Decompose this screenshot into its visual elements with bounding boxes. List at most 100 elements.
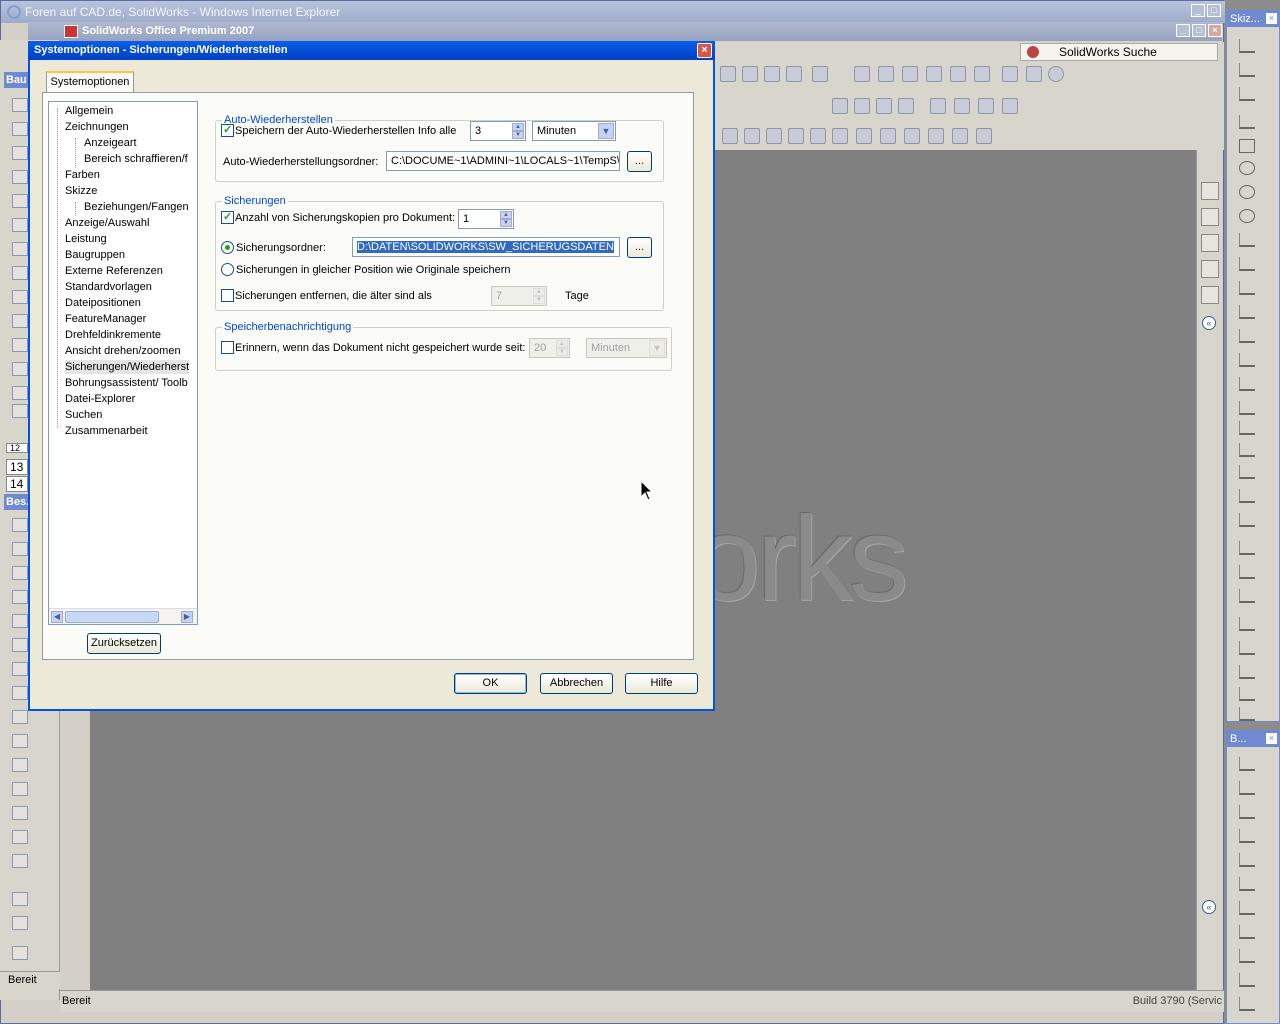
macro-icon[interactable] bbox=[954, 98, 970, 114]
tool-icon[interactable] bbox=[1239, 997, 1255, 1011]
collapse-task-pane-icon[interactable]: « bbox=[1202, 316, 1216, 330]
autorecover-checkbox[interactable] bbox=[221, 123, 234, 137]
autorecover-folder-input[interactable]: C:\DOCUME~1\ADMINI~1\LOCALS~1\TempS\ bbox=[386, 151, 620, 171]
tool-icon[interactable] bbox=[1239, 877, 1255, 891]
appearance-icon[interactable] bbox=[1048, 66, 1064, 82]
sketch-tool-icon[interactable] bbox=[1239, 687, 1255, 701]
tree-item-suchen[interactable]: Suchen bbox=[65, 408, 102, 422]
circle-icon[interactable] bbox=[1239, 161, 1255, 175]
backup-folder-browse-button[interactable]: ... bbox=[627, 237, 652, 258]
rendering-icon[interactable] bbox=[1026, 66, 1042, 82]
collapse-task-pane-icon[interactable]: « bbox=[1202, 900, 1216, 914]
autorecover-browse-button[interactable]: ... bbox=[627, 151, 652, 172]
remind-unit-select[interactable]: Minuten ▼ bbox=[586, 338, 667, 358]
display-style-icon[interactable] bbox=[926, 66, 942, 82]
view-icon[interactable] bbox=[786, 66, 802, 82]
pan-icon[interactable] bbox=[764, 66, 780, 82]
shaded-icon[interactable] bbox=[974, 66, 990, 82]
left-tool-icon[interactable] bbox=[12, 734, 28, 748]
tool-icon[interactable] bbox=[1239, 853, 1255, 867]
left-tool-icon[interactable] bbox=[12, 854, 28, 868]
close-icon[interactable]: × bbox=[1266, 13, 1277, 24]
left-tool-icon[interactable] bbox=[12, 662, 28, 676]
display-style-icon[interactable] bbox=[902, 66, 918, 82]
close-icon[interactable]: × bbox=[1266, 733, 1277, 744]
feature-icon[interactable] bbox=[810, 128, 826, 144]
tab-system-options[interactable]: Systemoptionen bbox=[46, 71, 134, 93]
sketch-tool-icon[interactable] bbox=[1239, 489, 1255, 503]
feature-icon[interactable] bbox=[904, 128, 920, 144]
tree-item-anzeigeart[interactable]: Anzeigeart bbox=[84, 136, 137, 150]
feature-icon[interactable] bbox=[880, 128, 896, 144]
ellipse-icon[interactable] bbox=[1239, 421, 1255, 435]
ie-minimize-button[interactable]: _ bbox=[1191, 4, 1205, 17]
left-tool-icon[interactable] bbox=[12, 710, 28, 724]
arc-icon[interactable] bbox=[1239, 233, 1255, 247]
text-icon[interactable] bbox=[1239, 513, 1255, 527]
shaded-icon[interactable] bbox=[950, 66, 966, 82]
dialog-close-button[interactable]: × bbox=[697, 43, 712, 58]
home-icon[interactable] bbox=[1201, 182, 1219, 200]
remind-interval-input[interactable]: 20 ▲ ▼ bbox=[529, 338, 570, 358]
sketch-tool-icon[interactable] bbox=[1239, 565, 1255, 579]
library-icon[interactable] bbox=[1201, 234, 1219, 252]
pattern-icon[interactable] bbox=[1239, 465, 1255, 479]
autorecover-unit-select[interactable]: Minuten ▼ bbox=[532, 121, 616, 141]
centerline-icon[interactable] bbox=[1239, 353, 1255, 367]
tree-item-baugruppen[interactable]: Baugruppen bbox=[65, 248, 125, 262]
tree-horizontal-scrollbar[interactable]: ◀ ▶ bbox=[49, 608, 197, 624]
tree-item-beziehungen-fangen[interactable]: Beziehungen/Fangen bbox=[84, 200, 189, 214]
tool-icon[interactable] bbox=[1239, 973, 1255, 987]
tree-item-externe-referenzen[interactable]: Externe Referenzen bbox=[65, 264, 163, 278]
ie-maximize-button[interactable]: □ bbox=[1207, 4, 1221, 17]
scroll-left-icon[interactable]: ◀ bbox=[51, 611, 63, 623]
left-tool-icon[interactable] bbox=[12, 946, 28, 960]
sketch-tool-icon[interactable] bbox=[1239, 641, 1255, 655]
point-icon[interactable] bbox=[1239, 401, 1255, 415]
left-tool-icon[interactable] bbox=[12, 758, 28, 772]
tree-item-skizze[interactable]: Skizze bbox=[65, 184, 97, 198]
left-tool-icon[interactable] bbox=[12, 892, 28, 906]
display-style-icon[interactable] bbox=[878, 66, 894, 82]
cancel-button[interactable]: Abbrechen bbox=[540, 673, 613, 694]
left-tool-icon[interactable] bbox=[12, 290, 28, 304]
remove-old-backups-checkbox[interactable] bbox=[221, 289, 234, 302]
reset-button[interactable]: Zurücksetzen bbox=[87, 633, 161, 654]
left-tool-icon[interactable] bbox=[12, 686, 28, 700]
tool-icon[interactable] bbox=[1239, 757, 1255, 771]
tool-icon[interactable] bbox=[1239, 805, 1255, 819]
left-tool-icon[interactable] bbox=[12, 916, 28, 930]
sketch-tool-icon[interactable] bbox=[1239, 63, 1255, 77]
rotate-icon[interactable] bbox=[742, 66, 758, 82]
remind-checkbox[interactable] bbox=[221, 341, 234, 354]
feature-icon[interactable] bbox=[722, 128, 738, 144]
backup-copies-checkbox[interactable] bbox=[221, 210, 234, 224]
days-spinner[interactable]: ▲ ▼ bbox=[533, 288, 545, 304]
left-tool-icon[interactable] bbox=[12, 404, 28, 418]
remind-spinner[interactable]: ▲ ▼ bbox=[556, 340, 568, 356]
pattern-icon[interactable] bbox=[1239, 443, 1255, 457]
help-button[interactable]: Hilfe bbox=[625, 673, 698, 694]
arc-icon[interactable] bbox=[1239, 257, 1255, 271]
left-tool-icon[interactable] bbox=[12, 830, 28, 844]
feature-icon[interactable] bbox=[952, 128, 968, 144]
left-tool-icon[interactable] bbox=[12, 314, 28, 328]
tool-icon[interactable] bbox=[1239, 901, 1255, 915]
resources-icon[interactable] bbox=[1201, 208, 1219, 226]
tree-item-bohrungsassistent[interactable]: Bohrungsassistent/ Toolb bbox=[65, 376, 188, 390]
left-tool-icon[interactable] bbox=[12, 122, 28, 136]
left-tool-icon[interactable] bbox=[12, 386, 28, 400]
stop-icon[interactable] bbox=[832, 98, 848, 114]
feature-icon[interactable] bbox=[766, 128, 782, 144]
left-tool-icon[interactable] bbox=[12, 362, 28, 376]
same-location-radio[interactable] bbox=[221, 263, 234, 276]
tool-icon[interactable] bbox=[1239, 925, 1255, 939]
tree-item-anzeige-auswahl[interactable]: Anzeige/Auswahl bbox=[65, 216, 149, 230]
left-tool-icon[interactable] bbox=[12, 338, 28, 352]
left-tool-icon[interactable] bbox=[12, 614, 28, 628]
feature-icon[interactable] bbox=[976, 128, 992, 144]
left-tool-icon[interactable] bbox=[12, 242, 28, 256]
left-tool-icon[interactable] bbox=[12, 590, 28, 604]
view-orientation-icon[interactable] bbox=[812, 66, 828, 82]
copies-spinner[interactable]: ▲ ▼ bbox=[500, 211, 512, 227]
